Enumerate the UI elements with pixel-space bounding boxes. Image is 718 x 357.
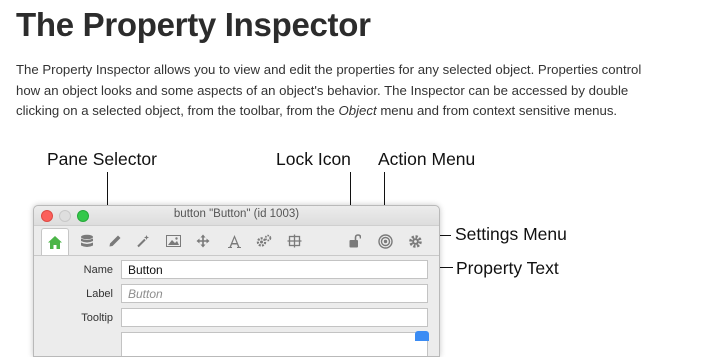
pane-tab-text[interactable]: [221, 229, 247, 253]
callout-lock-icon: Lock Icon: [276, 149, 351, 169]
pane-tab-advanced[interactable]: [251, 229, 277, 253]
pane-tab-edit[interactable]: [102, 229, 128, 253]
image-icon: [165, 235, 181, 247]
intro-line-3-start: clicking on a selected object, from the …: [16, 103, 339, 118]
pencil-icon: [109, 235, 121, 247]
window-title: button "Button" (id 1003): [173, 208, 300, 220]
lock-icon: [349, 234, 361, 248]
magic-wand-icon: [137, 235, 149, 248]
intro-paragraph: The Property Inspector allows you to vie…: [16, 60, 706, 122]
action-menu-button[interactable]: [372, 229, 398, 253]
geometry-icon: [287, 234, 301, 248]
pane-tab-geometry[interactable]: [281, 229, 307, 253]
property-row-name: Name Button: [34, 260, 439, 282]
intro-line-1: The Property Inspector allows you to vie…: [16, 62, 642, 77]
next-property-field[interactable]: [121, 332, 428, 356]
callout-property-text: Property Text: [456, 258, 559, 278]
home-icon: [48, 235, 62, 249]
inspector-toolbar: [34, 226, 439, 256]
callout-pane-selector: Pane Selector: [47, 149, 157, 169]
name-field[interactable]: Button: [121, 260, 428, 279]
callout-action-menu: Action Menu: [378, 149, 476, 169]
pane-tab-image[interactable]: [160, 229, 186, 253]
window-titlebar: button "Button" (id 1003): [34, 206, 439, 226]
property-inspector-window: button "Button" (id 1003) Name Button La…: [33, 205, 440, 357]
property-row-label: Label Button: [34, 284, 439, 306]
callout-settings-menu: Settings Menu: [455, 224, 567, 244]
pane-tab-data[interactable]: [74, 229, 100, 253]
database-icon: [81, 234, 93, 247]
label-field[interactable]: Button: [121, 284, 428, 303]
gears-icon: [256, 234, 272, 247]
tooltip-field[interactable]: [121, 308, 428, 327]
pane-tab-basic[interactable]: [41, 228, 69, 255]
property-row-next: [34, 332, 439, 356]
move-icon: [196, 234, 210, 248]
page-title: The Property Inspector: [16, 6, 371, 43]
pane-tab-effects[interactable]: [130, 229, 156, 253]
intro-line-2: how an object looks and some aspects of …: [16, 82, 629, 98]
pane-tab-position[interactable]: [190, 229, 216, 253]
object-menu-reference: Object: [338, 103, 377, 118]
target-icon: [377, 233, 393, 249]
intro-line-3-end: menu and from context sensitive menus.: [376, 103, 618, 118]
settings-menu-button[interactable]: [402, 229, 428, 253]
lock-button[interactable]: [342, 229, 368, 253]
name-label: Name: [83, 264, 113, 276]
text-icon: [227, 234, 241, 248]
gear-icon: [408, 234, 422, 248]
property-row-tooltip: Tooltip: [34, 308, 439, 330]
property-pane: Name Button Label Button Tooltip: [34, 256, 439, 356]
tooltip-label: Tooltip: [81, 312, 113, 324]
popup-menu-button[interactable]: [415, 331, 429, 341]
label-label: Label: [86, 288, 113, 300]
